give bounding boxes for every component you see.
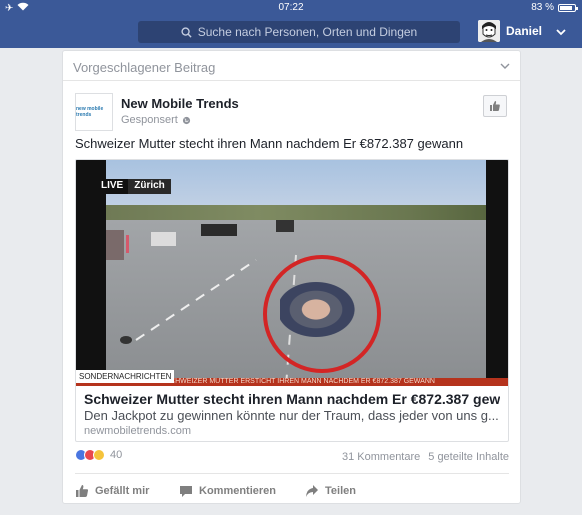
profile-link[interactable]: Daniel [478, 20, 542, 42]
chevron-down-icon[interactable] [556, 27, 566, 37]
reaction-count: 40 [110, 449, 123, 461]
share-button[interactable]: Teilen [305, 474, 356, 501]
thumbs-up-icon [490, 101, 500, 111]
breaking-news-bar: EILMELDUNG: SCHWEIZER MUTTER ERSTICHT IH… [76, 370, 508, 386]
post-header: new mobile trends New Mobile Trends Gesp… [63, 81, 520, 131]
haha-reaction-icon [93, 449, 105, 461]
live-badge: LIVE Zürich [96, 179, 171, 194]
battery-icon [558, 3, 578, 12]
red-highlight-circle [263, 255, 381, 373]
comment-icon [180, 486, 192, 497]
shares-count-link[interactable]: 5 geteilte Inhalte [428, 451, 509, 463]
post-options-chevron-icon[interactable] [500, 62, 510, 70]
post-stats: 40 31 Kommentare 5 geteilte Inhalte [75, 449, 509, 467]
clock: 07:22 [278, 2, 304, 13]
comment-label: Kommentieren [199, 485, 277, 497]
like-page-button[interactable] [483, 95, 507, 117]
card-header-title: Vorgeschlagener Beitrag [73, 60, 216, 75]
link-preview[interactable]: LIVE Zürich EILMELDUNG: SCHWEIZER MUTTER… [75, 159, 509, 442]
link-title[interactable]: Schweizer Mutter stecht ihren Mann nachd… [84, 391, 500, 407]
search-icon [181, 26, 192, 38]
live-label: LIVE [96, 179, 129, 194]
post-actions: Gefällt mir Kommentieren Teilen [75, 473, 509, 501]
top-nav-bar: Suche nach Personen, Orten und Dingen Da… [0, 16, 582, 48]
search-placeholder: Suche nach Personen, Orten und Dingen [197, 25, 418, 39]
like-label: Gefällt mir [95, 485, 150, 497]
page-logo[interactable]: new mobile trends [75, 93, 113, 131]
link-domain: newmobiletrends.com [84, 425, 191, 437]
page-name-link[interactable]: New Mobile Trends [121, 96, 239, 111]
suggested-post-card: Vorgeschlagener Beitrag new mobile trend… [62, 50, 521, 504]
reactions-summary[interactable]: 40 [75, 449, 122, 461]
comment-button[interactable]: Kommentieren [179, 474, 305, 501]
live-location: Zürich [128, 179, 171, 194]
like-button[interactable]: Gefällt mir [75, 474, 179, 501]
user-name: Daniel [506, 24, 543, 38]
card-header: Vorgeschlagener Beitrag [63, 51, 520, 81]
avatar [478, 20, 500, 42]
page-logo-text: new mobile trends [76, 106, 104, 118]
battery-percent: 83 % [531, 2, 554, 13]
link-description: Den Jackpot zu gewinnen könnte nur der T… [84, 408, 499, 423]
share-icon [306, 485, 318, 497]
status-bar: ✈ 07:22 83 % [0, 0, 582, 16]
post-text: Schweizer Mutter stecht ihren Mann nachd… [75, 136, 464, 151]
thumbs-up-icon [76, 485, 89, 497]
link-info[interactable]: Schweizer Mutter stecht ihren Mann nachd… [76, 386, 508, 441]
share-label: Teilen [325, 485, 356, 497]
video-thumbnail[interactable]: LIVE Zürich EILMELDUNG: SCHWEIZER MUTTER… [76, 160, 508, 386]
globe-icon [182, 116, 190, 124]
sponsored-text: Gesponsert [121, 114, 178, 126]
comments-count-link[interactable]: 31 Kommentare [342, 451, 420, 463]
search-input[interactable]: Suche nach Personen, Orten und Dingen [138, 21, 460, 43]
breaking-news-tag: SONDERNACHRICHTEN [76, 370, 175, 383]
sponsored-label: Gesponsert [121, 114, 191, 126]
